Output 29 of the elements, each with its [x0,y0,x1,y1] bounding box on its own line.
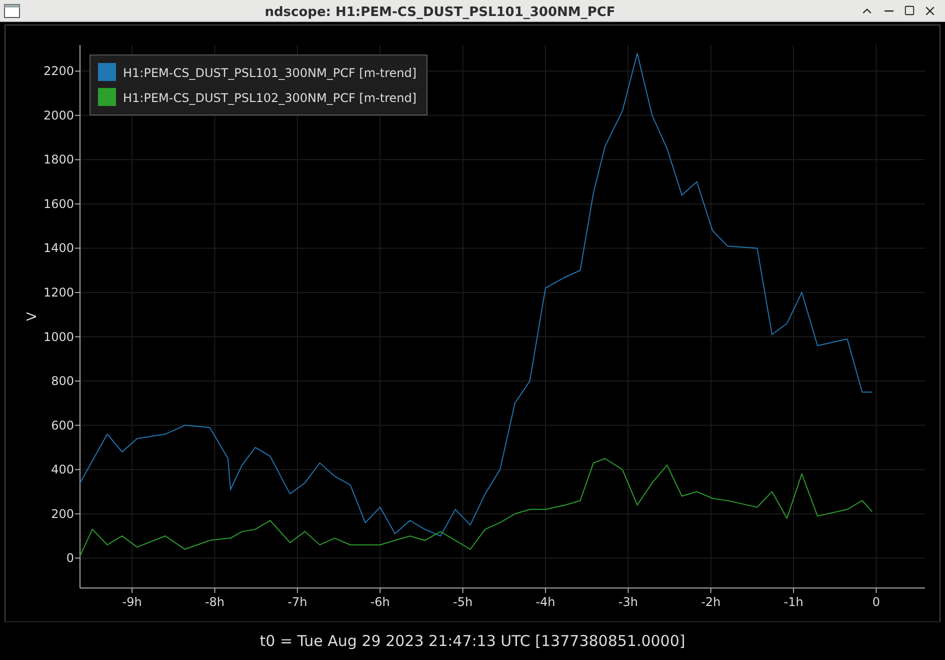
maximize-icon[interactable] [904,5,915,16]
y-tick-label: 1000 [43,330,74,344]
x-tick-label: -6h [370,595,390,609]
x-tick-label: -7h [288,595,308,609]
y-tick-label: 600 [51,418,74,432]
y-tick-label: 1200 [43,285,74,300]
legend-label: H1:PEM-CS_DUST_PSL101_300NM_PCF [m-trend] [123,66,417,80]
window-title: ndscope: H1:PEM-CS_DUST_PSL101_300NM_PCF [264,4,616,20]
x-tick-label: -5h [453,595,473,609]
y-tick-label: 0 [66,551,74,566]
x-tick-label: 0 [872,595,880,609]
y-tick-label: 400 [51,462,74,477]
x-tick-label: -4h [536,595,556,609]
app-icon [4,4,20,18]
y-tick-label: 800 [51,374,74,388]
x-tick-label: -8h [204,595,225,609]
y-tick-label: 1800 [43,152,74,167]
x-tick-label: -9h [122,595,142,609]
x-tick-label: -3h [618,595,638,609]
x-tick-label: -1h [784,595,804,609]
y-axis-label: V [25,312,40,321]
y-tick-label: 2200 [43,64,74,78]
y-tick-label: 1600 [43,196,74,211]
legend-label: H1:PEM-CS_DUST_PSL102_300NM_PCF [m-trend] [123,91,417,105]
y-tick-label: 1400 [43,241,74,256]
x-tick-label: -2h [701,595,721,609]
y-tick-label: 2000 [43,108,74,122]
t0-label: t0 = Tue Aug 29 2023 21:47:13 UTC [1377380851.0000] [260,630,686,652]
y-tick-label: 200 [51,506,74,521]
